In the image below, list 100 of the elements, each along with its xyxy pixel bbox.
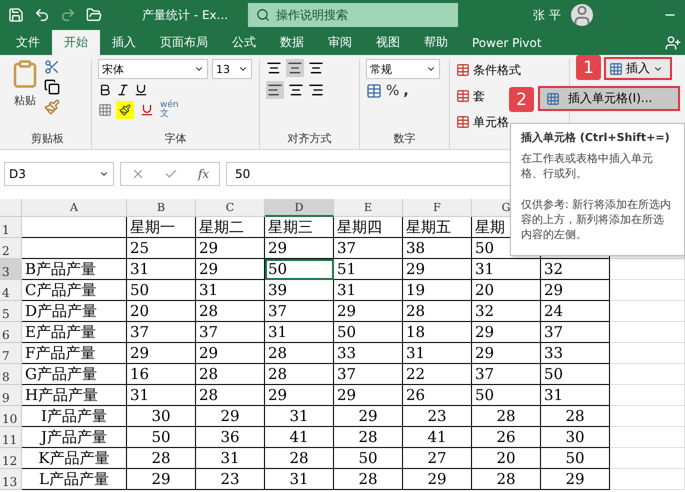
table-cell: 星期二 bbox=[196, 217, 265, 238]
table-cell: 28 bbox=[541, 406, 610, 427]
table-cell: J产品产量 bbox=[22, 427, 127, 448]
table-cell: 31 bbox=[196, 280, 265, 301]
table-cell: 29 bbox=[403, 259, 472, 280]
row-header[interactable]: 10 bbox=[0, 406, 22, 427]
table-cell: 38 bbox=[403, 238, 472, 259]
menu-item[interactable]: 插入单元格(I)... bbox=[538, 86, 680, 111]
table-cell: 30 bbox=[541, 427, 610, 448]
table-cell: 51 bbox=[334, 259, 403, 280]
table-cell: 星期四 bbox=[334, 217, 403, 238]
column-header[interactable]: A bbox=[22, 199, 127, 217]
font-name-field[interactable]: 宋体 bbox=[98, 59, 208, 79]
table-cell: 29 bbox=[334, 301, 403, 322]
style-button[interactable]: 单元格 bbox=[456, 111, 509, 133]
insert-button[interactable]: 插入 bbox=[604, 57, 672, 80]
table-cell: 31 bbox=[265, 406, 334, 427]
row-header[interactable]: 11 bbox=[0, 427, 22, 448]
search-field[interactable]: 操作说明搜索 bbox=[248, 3, 458, 27]
table-cell: 50 bbox=[541, 448, 610, 469]
row-header[interactable]: 12 bbox=[0, 448, 22, 469]
table-cell: 37 bbox=[472, 364, 541, 385]
row-header[interactable]: 2 bbox=[0, 238, 22, 259]
phonetic-label[interactable]: wén 文 bbox=[160, 101, 179, 119]
table-cell: 31 bbox=[334, 280, 403, 301]
table-cell: 28 bbox=[196, 364, 265, 385]
table-cell: 32 bbox=[541, 259, 610, 280]
table-cell: 37 bbox=[334, 238, 403, 259]
ribbon-tab[interactable]: 开始 bbox=[52, 30, 100, 55]
row-header[interactable]: 3 bbox=[0, 259, 22, 280]
column-header[interactable]: B bbox=[127, 199, 196, 217]
table-cell: 29 bbox=[541, 469, 610, 490]
table-cell: 50 bbox=[472, 385, 541, 406]
column-header[interactable]: F bbox=[403, 199, 472, 217]
row-header[interactable]: 13 bbox=[0, 469, 22, 490]
table-cell: 41 bbox=[265, 427, 334, 448]
table-cell: 29 bbox=[196, 406, 265, 427]
table-cell: 50 bbox=[265, 259, 334, 280]
row-header[interactable]: 1 bbox=[0, 217, 22, 238]
table-cell: 28 bbox=[196, 385, 265, 406]
table-cell: 25 bbox=[127, 238, 196, 259]
number-format-field[interactable]: 常规 bbox=[366, 59, 440, 79]
table-cell: I产品产量 bbox=[22, 406, 127, 427]
column-header[interactable]: E bbox=[334, 199, 403, 217]
table-cell: 28 bbox=[472, 406, 541, 427]
ribbon-tab[interactable]: 数据 bbox=[268, 30, 316, 55]
table-cell: 37 bbox=[127, 322, 196, 343]
table-cell: 41 bbox=[403, 427, 472, 448]
table-cell: 31 bbox=[127, 259, 196, 280]
row-header[interactable]: 5 bbox=[0, 301, 22, 322]
table-cell: 37 bbox=[196, 322, 265, 343]
table-cell: 33 bbox=[541, 343, 610, 364]
table-cell: 28 bbox=[334, 469, 403, 490]
ribbon-tab[interactable]: 帮助 bbox=[412, 30, 460, 55]
row-header[interactable]: 6 bbox=[0, 322, 22, 343]
table-cell: 31 bbox=[265, 469, 334, 490]
table-cell: 20 bbox=[472, 280, 541, 301]
table-cell: 31 bbox=[472, 259, 541, 280]
name-box[interactable]: D3 bbox=[4, 162, 114, 186]
table-cell: 29 bbox=[541, 280, 610, 301]
step-badge: 2 bbox=[509, 87, 534, 112]
font-size-field[interactable]: 13 bbox=[212, 59, 252, 79]
function-button[interactable]: fx bbox=[198, 167, 210, 181]
row-header[interactable]: 8 bbox=[0, 364, 22, 385]
style-button[interactable]: 条件格式 bbox=[456, 59, 521, 81]
table-cell: 50 bbox=[334, 322, 403, 343]
table-cell: 50 bbox=[334, 448, 403, 469]
comma-button[interactable]: , bbox=[403, 83, 409, 99]
table-cell: L产品产量 bbox=[22, 469, 127, 490]
ribbon-tab[interactable]: 页面布局 bbox=[148, 30, 220, 55]
table-cell: 28 bbox=[403, 301, 472, 322]
style-button[interactable]: 套 bbox=[456, 85, 485, 107]
row-header[interactable]: 9 bbox=[0, 385, 22, 406]
table-cell: 26 bbox=[472, 427, 541, 448]
column-header[interactable]: C bbox=[196, 199, 265, 217]
table-cell: 28 bbox=[196, 301, 265, 322]
paste-label[interactable]: 粘贴 bbox=[14, 93, 36, 108]
column-header[interactable]: D bbox=[265, 199, 334, 217]
table-cell: K产品产量 bbox=[22, 448, 127, 469]
table-cell: D产品产量 bbox=[22, 301, 127, 322]
table-cell: 29 bbox=[196, 259, 265, 280]
table-cell: 28 bbox=[334, 427, 403, 448]
table-cell: 29 bbox=[265, 385, 334, 406]
row-header[interactable]: 4 bbox=[0, 280, 22, 301]
table-cell: 29 bbox=[334, 406, 403, 427]
ribbon-tab[interactable]: 视图 bbox=[364, 30, 412, 55]
ribbon-tab[interactable]: Power Pivot bbox=[460, 30, 554, 55]
table-cell: 29 bbox=[472, 322, 541, 343]
table-cell: 16 bbox=[127, 364, 196, 385]
ribbon-tab[interactable]: 文件 bbox=[4, 30, 52, 55]
table-cell: 30 bbox=[127, 406, 196, 427]
table-cell: 28 bbox=[265, 448, 334, 469]
percent-button[interactable]: % bbox=[386, 83, 400, 99]
row-header[interactable]: 7 bbox=[0, 343, 22, 364]
ribbon-tab[interactable]: 插入 bbox=[100, 30, 148, 55]
table-cell: 29 bbox=[472, 343, 541, 364]
table-cell: C产品产量 bbox=[22, 280, 127, 301]
ribbon-tab[interactable]: 公式 bbox=[220, 30, 268, 55]
user-name: 张 平 bbox=[533, 6, 561, 24]
ribbon-tab[interactable]: 审阅 bbox=[316, 30, 364, 55]
